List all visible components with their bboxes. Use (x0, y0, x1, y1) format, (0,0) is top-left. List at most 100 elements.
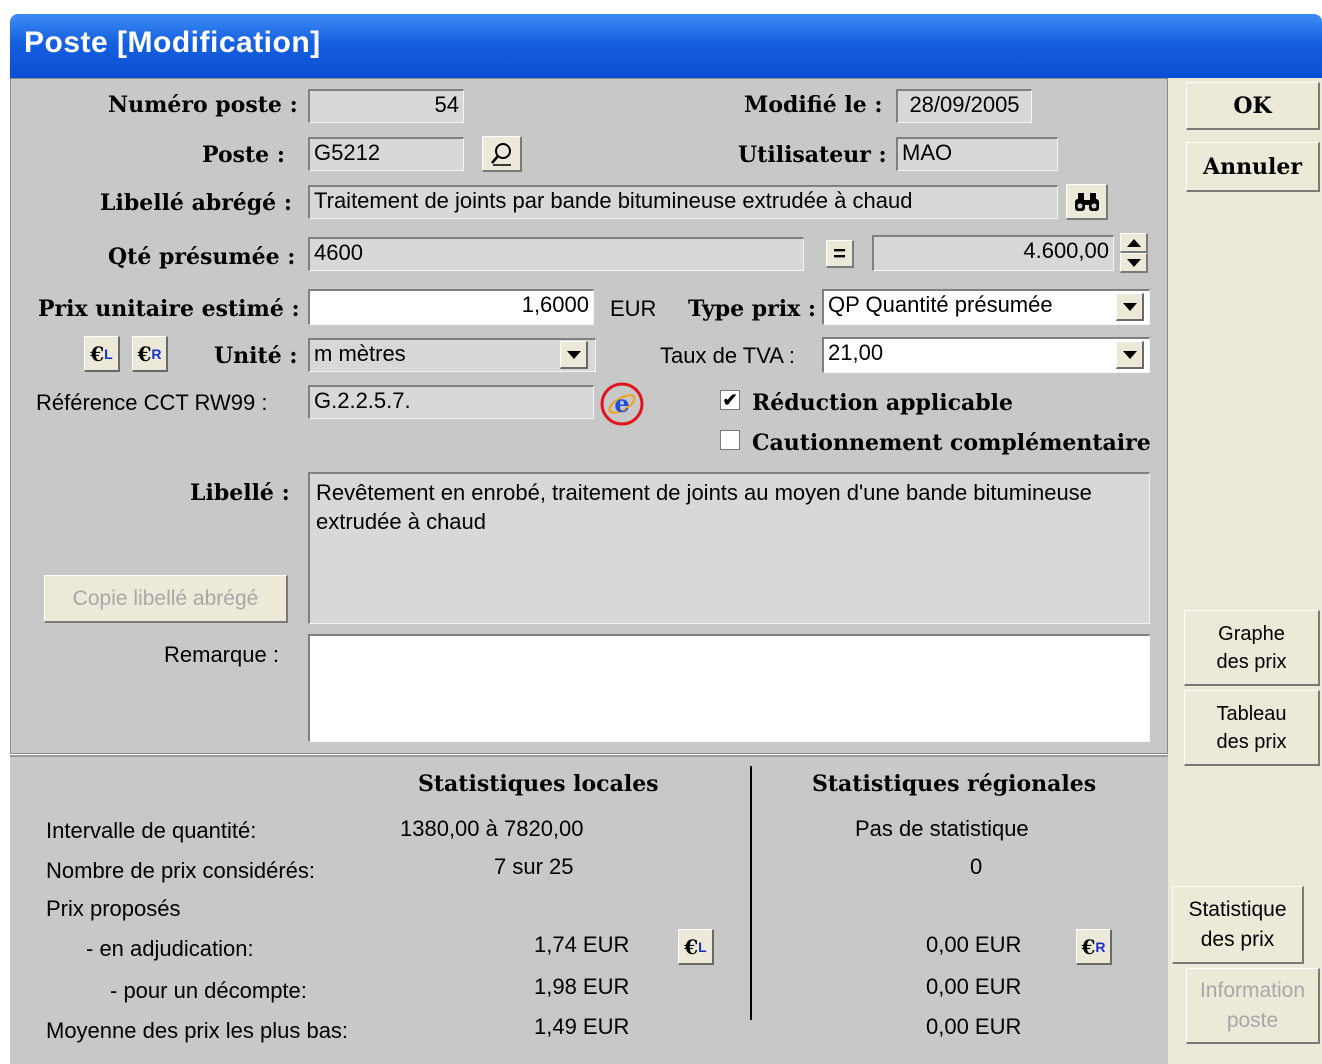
utilisateur-label: Utilisateur : (738, 142, 887, 168)
modifie-le-label: Modifié le : (744, 92, 883, 118)
moyenne-local: 1,49 EUR (534, 1014, 630, 1039)
reference-cct-label: Référence CCT RW99 : (36, 390, 268, 415)
cautionnement-checkbox[interactable] (720, 430, 740, 450)
statistique-label-1: Statistique (1188, 897, 1287, 921)
decompte-local: 1,98 EUR (534, 974, 630, 999)
intervalle-regional: Pas de statistique (855, 816, 1029, 841)
tableau-prix-button[interactable]: Tableau des prix (1184, 690, 1320, 766)
qte-presumee-label: Qté présumée : (108, 244, 296, 270)
numero-poste-label: Numéro poste : (108, 92, 298, 118)
arrow-up-icon (1126, 238, 1141, 247)
qte-presumee-field[interactable]: 4600 (308, 237, 804, 271)
browser-icon: e (600, 382, 644, 426)
ok-button[interactable]: OK (1186, 82, 1320, 130)
graphe-label-2: des prix (1216, 650, 1287, 673)
moyenne-label: Moyenne des prix les plus bas: (46, 1018, 349, 1043)
adjudication-local: 1,74 EUR (534, 932, 630, 957)
search-button[interactable] (482, 136, 522, 172)
unite-select[interactable]: m mètres (308, 338, 596, 372)
equals-button[interactable]: = (826, 240, 854, 268)
graphe-label-1: Graphe (1218, 622, 1285, 645)
decompte-regional: 0,00 EUR (926, 974, 1022, 999)
euro-r-symbol: € (1081, 934, 1096, 959)
libelle-textarea[interactable]: Revêtement en enrobé, traitement de join… (308, 472, 1150, 624)
type-prix-label: Type prix : (688, 296, 817, 322)
intervalle-local: 1380,00 à 7820,00 (400, 816, 584, 841)
stats-euro-regional-button[interactable]: € R (1076, 929, 1112, 965)
nombre-regional: 0 (970, 854, 983, 879)
decompte-label: - pour un décompte: (110, 978, 307, 1003)
checkmark-icon: ✔ (722, 390, 738, 410)
prix-unitaire-label: Prix unitaire estimé : (38, 296, 300, 322)
unite-dropdown-button[interactable] (560, 341, 588, 369)
chevron-down-icon (1122, 302, 1137, 311)
information-label-2: poste (1226, 1008, 1279, 1032)
cautionnement-label: Cautionnement complémentaire (752, 430, 1151, 456)
type-prix-dropdown-button[interactable] (1116, 293, 1144, 321)
unite-value: m mètres (314, 341, 406, 366)
adjudication-label: - en adjudication: (86, 936, 254, 961)
tva-select[interactable]: 21,00 (822, 337, 1150, 373)
reduction-checkbox[interactable]: ✔ (720, 390, 740, 410)
libelle-label: Libellé : (190, 480, 290, 506)
reference-cct-field[interactable]: G.2.2.5.7. (308, 385, 594, 419)
numero-poste-field[interactable]: 54 (308, 89, 464, 123)
tableau-label-1: Tableau (1216, 702, 1287, 725)
euro-l-sub: L (698, 938, 707, 955)
prix-currency-label: EUR (610, 296, 657, 321)
nombre-prix-label: Nombre de prix considérés: (46, 858, 316, 883)
unite-label: Unité : (214, 343, 298, 369)
information-poste-button[interactable]: Information poste (1186, 968, 1320, 1044)
qte-computed-field[interactable]: 4.600,00 (872, 235, 1114, 271)
chevron-down-icon (566, 350, 581, 359)
intervalle-label: Intervalle de quantité: (46, 818, 257, 843)
adjudication-regional: 0,00 EUR (926, 932, 1022, 957)
statistique-label-2: des prix (1200, 927, 1275, 951)
spin-down-button[interactable] (1120, 253, 1148, 273)
qte-spinner[interactable] (1120, 233, 1148, 273)
type-prix-select[interactable]: QP Quantité présumée (822, 289, 1150, 325)
arrow-down-icon (1126, 258, 1141, 267)
euro-l-sub: L (104, 345, 113, 362)
prix-unitaire-field[interactable]: 1,6000 (308, 289, 594, 325)
libelle-abrege-label: Libellé abrégé : (100, 190, 292, 216)
find-button[interactable] (1066, 184, 1108, 220)
copie-libelle-button[interactable]: Copie libellé abrégé (44, 575, 288, 623)
stats-euro-local-button[interactable]: € L (678, 929, 714, 965)
information-label-1: Information (1199, 978, 1306, 1002)
annuler-button[interactable]: Annuler (1186, 142, 1320, 192)
euro-r-sub: R (1095, 938, 1106, 955)
libelle-abrege-field[interactable]: Traitement de joints par bande bitumineu… (308, 185, 1058, 219)
euro-l-symbol: € (684, 934, 699, 959)
moyenne-regional: 0,00 EUR (926, 1014, 1022, 1039)
remarque-label: Remarque : (164, 642, 279, 667)
stats-locales-header: Statistiques locales (418, 771, 659, 797)
poste-field[interactable]: G5212 (308, 137, 464, 171)
tableau-label-2: des prix (1216, 730, 1287, 753)
stats-divider (750, 766, 752, 1020)
window-title: Poste [Modification] (24, 26, 321, 59)
tva-label: Taux de TVA : (660, 343, 795, 368)
graphe-prix-button[interactable]: Graphe des prix (1184, 610, 1320, 686)
tva-value: 21,00 (828, 340, 884, 365)
type-prix-value: QP Quantité présumée (828, 292, 1053, 317)
nombre-local: 7 sur 25 (494, 854, 574, 879)
svg-text:e: e (614, 389, 629, 418)
internet-explorer-link[interactable]: e (598, 381, 646, 427)
euro-l-symbol: € (90, 341, 105, 366)
euro-local-button[interactable]: € L (84, 336, 120, 372)
remarque-textarea[interactable] (308, 634, 1150, 742)
stats-regionales-header: Statistiques régionales (812, 771, 1097, 797)
modifie-le-field[interactable]: 28/09/2005 (896, 89, 1032, 123)
search-icon (490, 142, 511, 166)
title-bar[interactable]: Poste [Modification] (10, 14, 1322, 78)
chevron-down-icon (1122, 350, 1137, 359)
euro-r-sub: R (151, 345, 162, 362)
statistique-prix-button[interactable]: Statistique des prix (1172, 886, 1304, 964)
reduction-label: Réduction applicable (752, 390, 1014, 416)
tva-dropdown-button[interactable] (1116, 341, 1144, 369)
spin-up-button[interactable] (1120, 233, 1148, 253)
binoculars-icon (1074, 192, 1099, 211)
utilisateur-field[interactable]: MAO (896, 137, 1058, 171)
euro-regional-button[interactable]: € R (132, 336, 168, 372)
